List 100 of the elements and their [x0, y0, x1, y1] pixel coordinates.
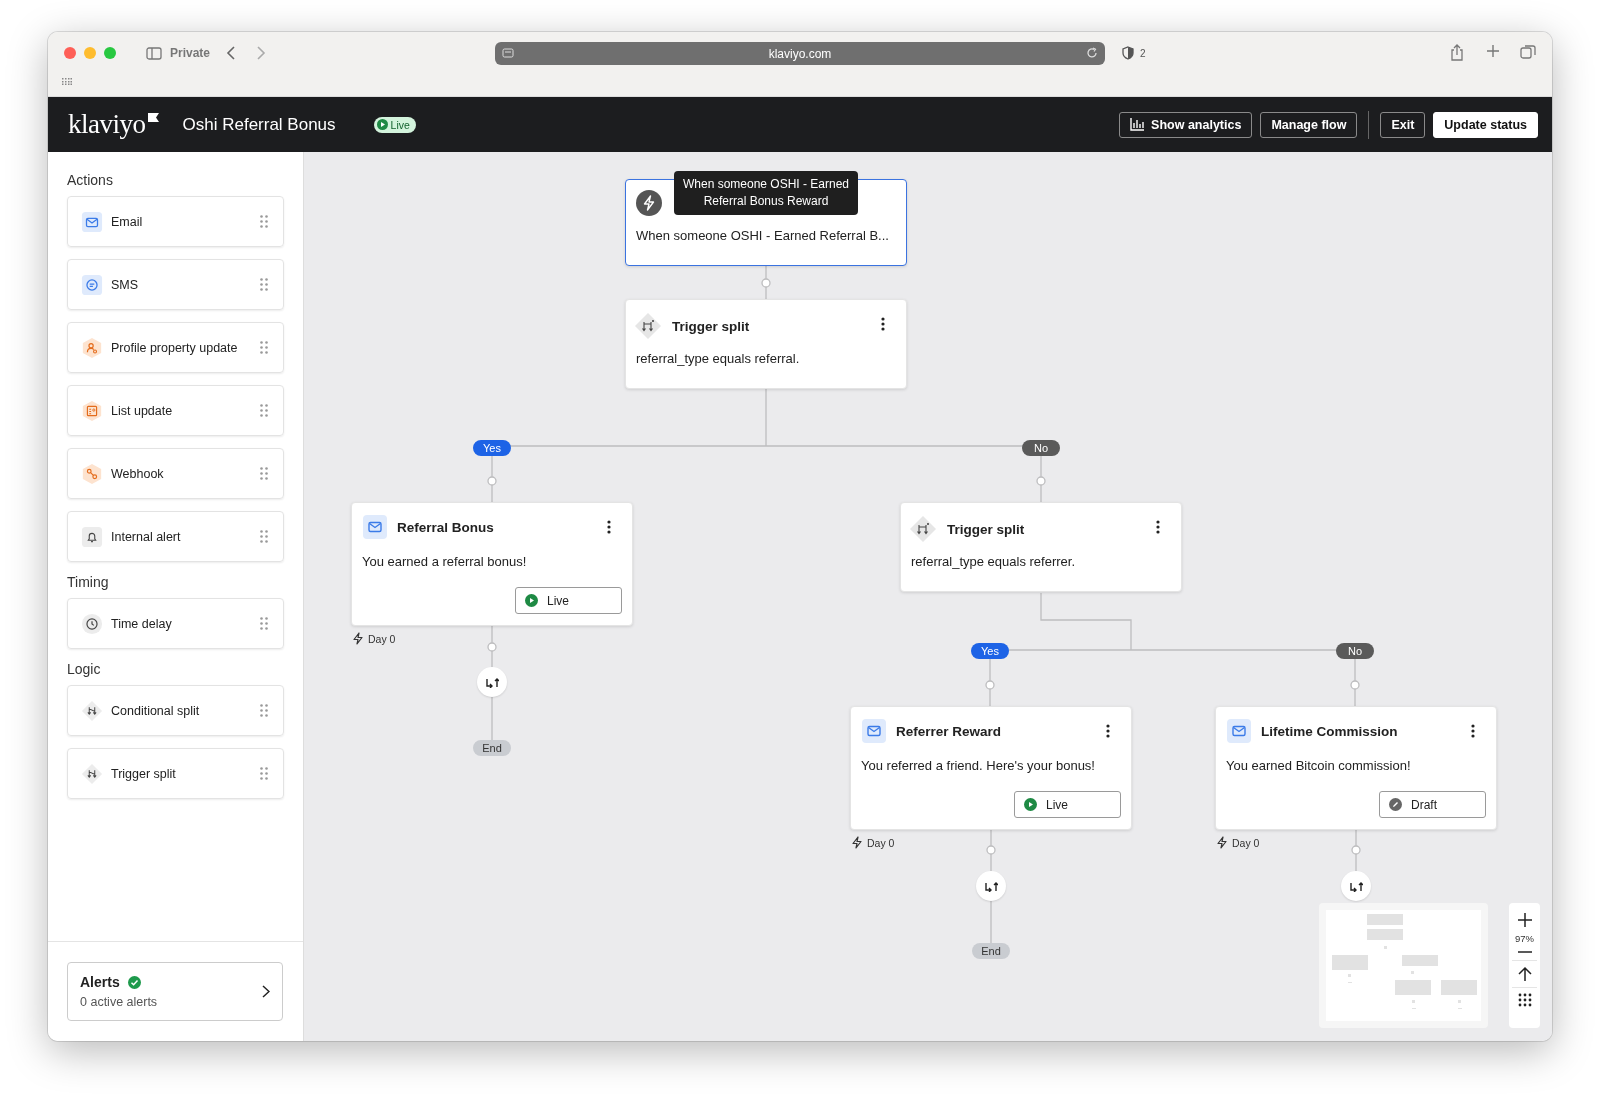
email-subject: You earned a referral bonus!: [362, 554, 527, 569]
email-card[interactable]: Referrer Reward You referred a friend. Here's your bonus! Live: [850, 706, 1132, 830]
drag-handle-icon[interactable]: [260, 278, 268, 291]
merge-arrows-icon[interactable]: [1341, 871, 1371, 901]
email-subject: You referred a friend. Here's your bonus!: [861, 758, 1095, 773]
action-item[interactable]: Trigger split: [67, 748, 284, 799]
trigger-description: When someone OSHI - Earned Referral B...: [636, 228, 889, 243]
email-card[interactable]: Lifetime Commission You earned Bitcoin commission! Draft: [1215, 706, 1497, 830]
card-title: Referrer Reward: [896, 723, 1002, 739]
minimize-window-button[interactable]: [84, 47, 96, 59]
connector-dot[interactable]: [986, 845, 996, 855]
branch-label: No: [1022, 440, 1060, 456]
email-subject: You earned Bitcoin commission!: [1226, 758, 1411, 773]
lightning-icon: [636, 190, 662, 216]
close-window-button[interactable]: [64, 47, 76, 59]
email-card[interactable]: Referral Bonus You earned a referral bonus! Live: [351, 502, 633, 626]
private-label: Private: [170, 46, 211, 60]
zoom-out-icon[interactable]: [1516, 949, 1533, 955]
action-item[interactable]: Conditional split: [67, 685, 284, 736]
drag-handle-icon[interactable]: [260, 404, 268, 417]
drag-handle-icon[interactable]: [260, 530, 268, 543]
tabs-overview-icon[interactable]: [1520, 44, 1536, 60]
split-condition: referral_type equals referral.: [636, 351, 800, 366]
action-item[interactable]: Profile property update: [67, 322, 284, 373]
drag-handle-icon[interactable]: [260, 704, 268, 717]
more-options-icon[interactable]: [1471, 724, 1475, 738]
shield-icon[interactable]: [1122, 46, 1134, 60]
maximize-window-button[interactable]: [104, 47, 116, 59]
action-item[interactable]: SMS: [67, 259, 284, 310]
end-label: End: [473, 740, 511, 756]
delay-label: Day 0: [1232, 836, 1260, 849]
share-icon[interactable]: [1450, 44, 1464, 61]
action-item[interactable]: Internal alert: [67, 511, 284, 562]
status-button[interactable]: Live: [515, 587, 622, 614]
dot-grid-icon[interactable]: [1517, 993, 1532, 1007]
status-button[interactable]: Live: [1014, 791, 1121, 818]
address-bar[interactable]: klaviyo.com: [495, 42, 1105, 65]
section-heading: Actions: [67, 172, 114, 188]
connector-dot[interactable]: [487, 642, 497, 652]
clock-icon: [81, 612, 103, 635]
connector-dot[interactable]: [1350, 680, 1360, 690]
update-status-button[interactable]: Update status: [1433, 111, 1538, 138]
envelope-icon: [862, 719, 886, 743]
split-arrows-icon: [81, 699, 103, 722]
header-button[interactable]: Manage flow: [1260, 111, 1358, 138]
back-icon[interactable]: [226, 46, 237, 60]
header-button[interactable]: Exit: [1380, 111, 1426, 138]
show-analytics-button[interactable]: Show analytics: [1119, 111, 1253, 138]
play-circle-icon: [1024, 798, 1037, 811]
logo[interactable]: klaviyo: [68, 111, 159, 138]
alerts-panel[interactable]: Alerts 0 active alerts: [67, 962, 283, 1021]
page-icon: [502, 48, 514, 58]
drag-handle-icon[interactable]: [260, 215, 268, 228]
new-tab-icon[interactable]: [1486, 44, 1500, 58]
card-title: Lifetime Commission: [1261, 723, 1398, 739]
contact-list-icon: [81, 399, 103, 422]
end-label: End: [972, 943, 1010, 959]
drag-handle-icon[interactable]: [260, 617, 268, 630]
merge-arrows-icon[interactable]: [976, 871, 1006, 901]
tooltip: When someone OSHI - Earned Referral Bonus Reward: [674, 171, 858, 215]
drag-handle-icon[interactable]: [260, 767, 268, 780]
connector-dot[interactable]: [1351, 845, 1361, 855]
connector-dot[interactable]: [1036, 476, 1046, 486]
split-arrows-icon: [81, 762, 103, 785]
action-item[interactable]: Time delay: [67, 598, 284, 649]
action-item[interactable]: Webhook: [67, 448, 284, 499]
section-heading: Timing: [67, 574, 110, 590]
connector-dot[interactable]: [985, 680, 995, 690]
more-options-icon[interactable]: [607, 520, 611, 534]
envelope-icon: [1227, 719, 1251, 743]
shield-count: 2: [1140, 47, 1146, 59]
drag-handle-icon[interactable]: [260, 467, 268, 480]
status-button[interactable]: Draft: [1379, 791, 1486, 818]
connector-dot[interactable]: [487, 476, 497, 486]
merge-arrows-icon[interactable]: [477, 667, 507, 697]
grid-icon[interactable]: [62, 78, 72, 85]
split-arrows-icon: [909, 515, 937, 543]
drag-handle-icon[interactable]: [260, 341, 268, 354]
forward-icon[interactable]: [256, 46, 267, 60]
chevron-right-icon: [262, 985, 270, 998]
connector-dot[interactable]: [761, 278, 771, 288]
reload-icon[interactable]: [1086, 47, 1098, 59]
lightning-icon: [851, 836, 863, 849]
more-options-icon[interactable]: [1106, 724, 1110, 738]
more-options-icon[interactable]: [1156, 520, 1160, 534]
card-title: Trigger split: [672, 318, 750, 334]
zoom-level: 97%: [1515, 933, 1534, 944]
split-card[interactable]: Trigger split referral_type equals referral.: [625, 299, 907, 389]
alerts-title: Alerts: [80, 974, 120, 990]
split-condition: referral_type equals referrer.: [911, 554, 1076, 569]
check-circle-icon: [127, 975, 141, 989]
zoom-in-icon[interactable]: [1516, 912, 1533, 928]
action-item[interactable]: Email: [67, 196, 284, 247]
card-title: Trigger split: [947, 521, 1025, 537]
live-status-badge: Live: [373, 116, 416, 133]
action-item[interactable]: List update: [67, 385, 284, 436]
more-options-icon[interactable]: [881, 317, 885, 331]
split-card[interactable]: Trigger split referral_type equals referrer.: [900, 502, 1182, 592]
arrow-up-icon[interactable]: [1517, 966, 1532, 982]
sidebar-toggle-icon[interactable]: [146, 46, 162, 60]
